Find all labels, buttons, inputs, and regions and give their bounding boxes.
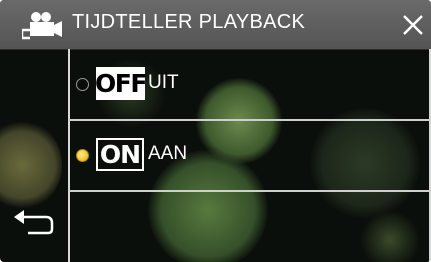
option-label-uit: UIT	[148, 72, 179, 93]
bokeh-light	[0, 120, 62, 210]
bokeh-light	[360, 210, 420, 262]
radio-indicator-selected	[76, 149, 89, 162]
radio-indicator-off	[76, 78, 89, 91]
menu-header: TIJDTELLER PLAYBACK	[0, 0, 431, 50]
close-button[interactable]	[392, 5, 431, 45]
menu-screen: TIJDTELLER PLAYBACK OFF UIT ON AAN	[0, 0, 431, 262]
page-title: TIJDTELLER PLAYBACK	[72, 11, 306, 33]
on-badge-icon: ON	[96, 138, 144, 171]
back-button[interactable]	[10, 207, 58, 237]
option-on[interactable]: ON AAN	[70, 121, 430, 190]
option-off[interactable]: OFF UIT	[70, 50, 430, 119]
video-camera-icon	[20, 8, 66, 40]
option-separator	[69, 190, 431, 192]
back-arrow-icon	[14, 210, 54, 235]
off-badge-icon: OFF	[95, 67, 147, 100]
option-label-aan: AAN	[148, 143, 188, 164]
close-icon	[403, 15, 423, 35]
